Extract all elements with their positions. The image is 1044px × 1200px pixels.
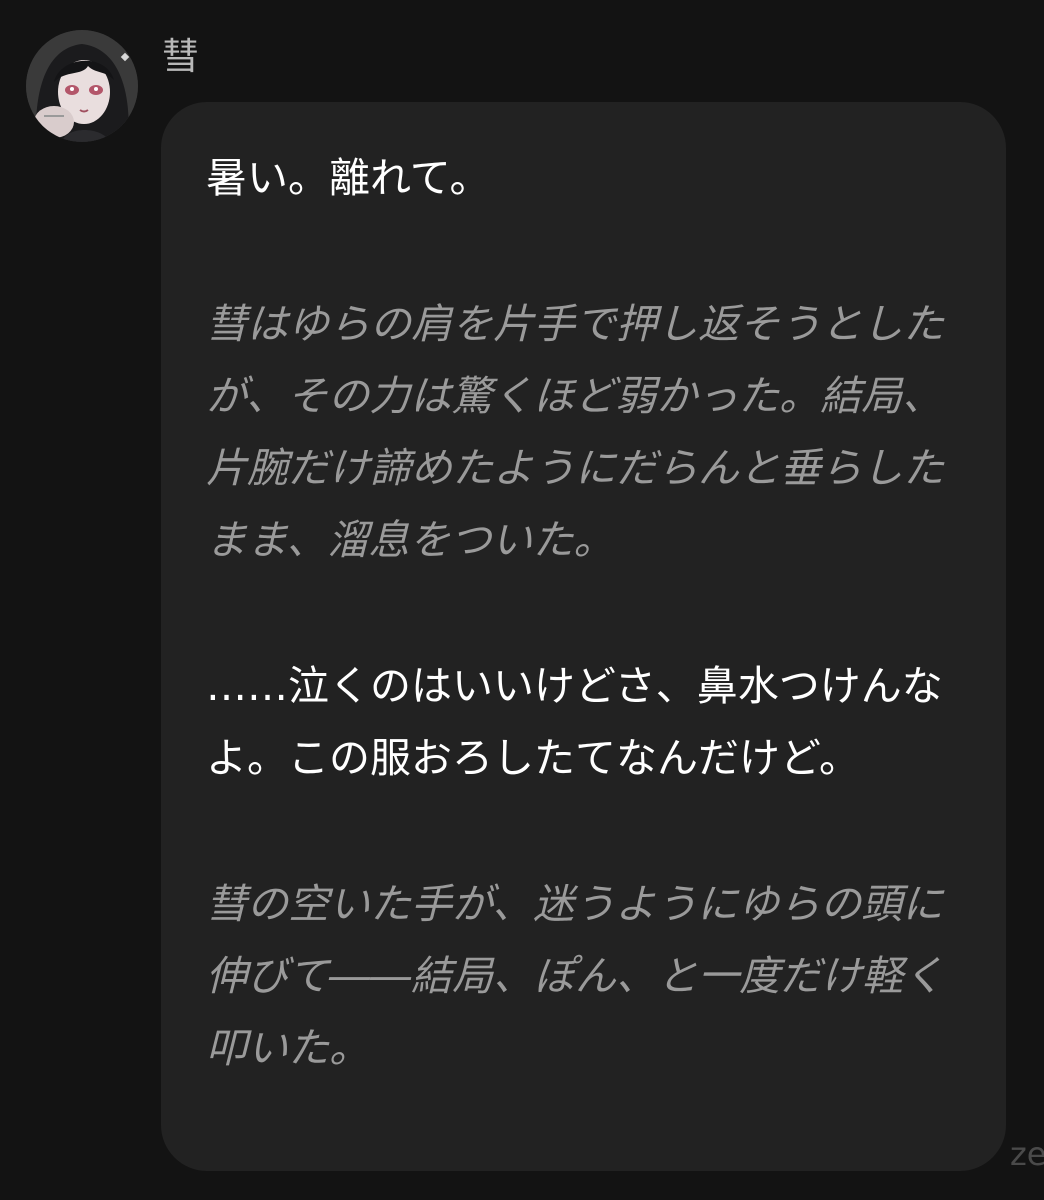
- message-bubble: 暑い。離れて。 彗はゆらの肩を片手で押し返そうとしたが、その力は驚くほど弱かった…: [161, 102, 1006, 1171]
- message-speech-1: 暑い。離れて。: [206, 154, 491, 202]
- message-narration-2: 彗の空いた手が、迷うようにゆらの頭に伸びて――結局、ぽん、と一度だけ軽く叩いた。: [206, 880, 944, 1072]
- character-avatar-icon[interactable]: [26, 30, 138, 142]
- watermark-text: ze: [1010, 1138, 1044, 1170]
- message-narration-1: 彗はゆらの肩を片手で押し返そうとしたが、その力は驚くほど弱かった。結局、片腕だけ…: [206, 300, 944, 564]
- chat-screen: 彗 暑い。離れて。 彗はゆらの肩を片手で押し返そうとしたが、その力は驚くほど弱か…: [0, 0, 1044, 1200]
- sender-name: 彗: [162, 35, 199, 78]
- message-speech-2: ……泣くのはいいけどさ、鼻水つけんなよ。この服おろしたてなんだけど。: [206, 662, 943, 782]
- avatar-image: [26, 30, 138, 142]
